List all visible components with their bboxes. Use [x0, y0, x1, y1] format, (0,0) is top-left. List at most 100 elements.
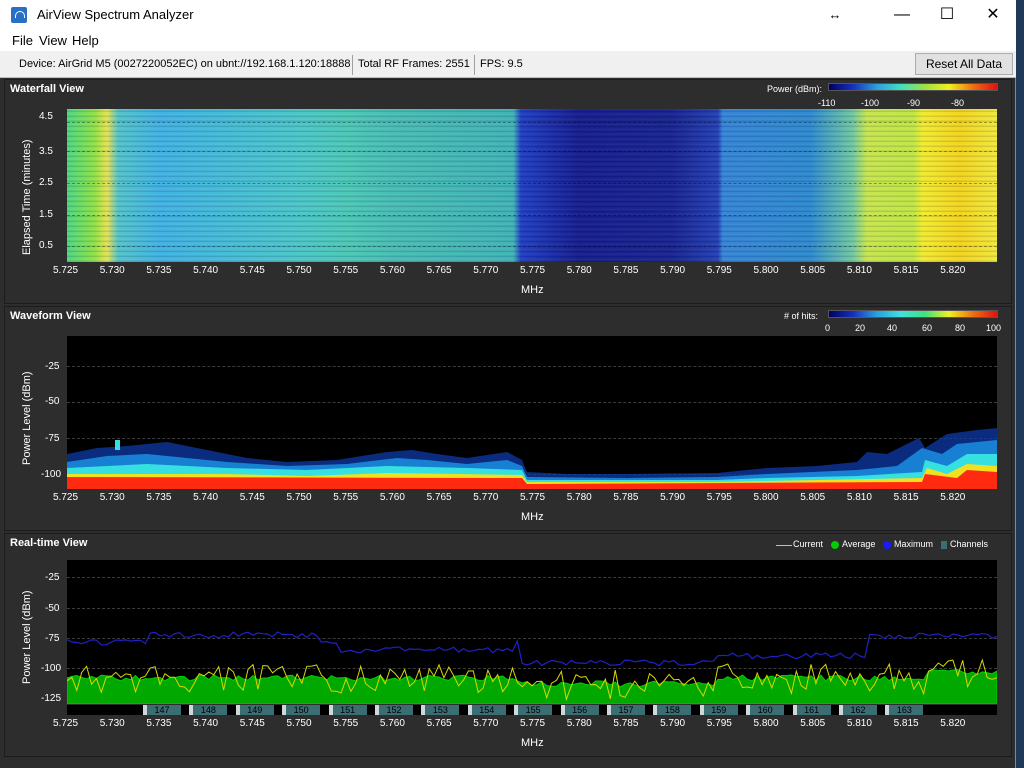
x-axis-tick: 5.790 — [660, 492, 686, 503]
x-axis-tick: 5.775 — [520, 265, 546, 276]
x-axis-tick: 5.805 — [800, 718, 826, 729]
x-axis-tick: 5.820 — [940, 265, 966, 276]
app-icon — [11, 7, 27, 23]
waveform-y-tick: -100 — [41, 469, 62, 480]
window-title: AirView Spectrum Analyzer — [37, 7, 194, 22]
realtime-y-tick: -75 — [45, 633, 60, 644]
x-axis-tick: 5.795 — [706, 265, 732, 276]
channel-marker: 148 — [189, 705, 228, 715]
x-axis-tick: 5.765 — [426, 492, 452, 503]
realtime-y-axis-label: Power Level (dBm) — [21, 590, 33, 684]
maximum-trace — [67, 631, 997, 667]
x-axis-tick: 5.750 — [286, 265, 312, 276]
toolbar-separator — [352, 55, 353, 75]
x-axis-tick: 5.755 — [333, 492, 359, 503]
app-window: AirView Spectrum Analyzer ↔ — ☐ ✕ File V… — [0, 0, 1016, 768]
channel-marker: 152 — [375, 705, 413, 715]
realtime-y-tick: -125 — [41, 693, 62, 704]
minimize-button[interactable]: — — [879, 0, 925, 30]
channel-marker: 153 — [421, 705, 460, 715]
waterfall-texture — [67, 109, 997, 262]
legend-channels: Channels — [950, 539, 989, 549]
waterfall-plot — [67, 109, 997, 262]
realtime-plot — [67, 560, 997, 704]
x-axis-tick: 5.760 — [379, 492, 405, 503]
x-axis-tick: 5.785 — [613, 492, 639, 503]
x-axis-tick: 5.795 — [706, 492, 732, 503]
waveform-y-tick: -25 — [45, 361, 60, 372]
waveform-plot — [67, 336, 997, 489]
menu-bar: File View Help — [0, 30, 1016, 51]
x-axis-tick: 5.775 — [520, 718, 546, 729]
x-axis-tick: 5.775 — [520, 492, 546, 503]
x-axis-tick: 5.780 — [566, 265, 592, 276]
device-info: Device: AirGrid M5 (0027220052EC) on ubn… — [19, 58, 351, 70]
hits-scale-tick: 0 — [825, 323, 831, 333]
x-axis-tick: 5.785 — [613, 718, 639, 729]
fps-readout: FPS: 9.5 — [480, 58, 523, 70]
x-axis-tick: 5.795 — [706, 718, 732, 729]
waterfall-title: Waterfall View — [10, 83, 84, 95]
maximize-button[interactable]: ☐ — [924, 0, 970, 30]
x-axis-tick: 5.725 — [53, 492, 79, 503]
grid-line — [67, 122, 997, 123]
x-axis-tick: 5.750 — [286, 718, 312, 729]
realtime-title: Real-time View — [10, 537, 88, 549]
waterfall-x-axis-label: MHz — [521, 284, 544, 296]
power-scale-label: Power (dBm): — [767, 84, 823, 94]
x-axis-tick: 5.770 — [473, 265, 499, 276]
legend-average-icon — [831, 541, 839, 549]
x-axis-tick: 5.740 — [193, 492, 219, 503]
legend-maximum-icon — [883, 541, 891, 549]
legend-maximum: Maximum — [894, 539, 934, 549]
hits-scale-tick: 80 — [955, 323, 966, 333]
hits-scale-label: # of hits: — [784, 311, 819, 321]
close-button[interactable]: ✕ — [970, 0, 1016, 30]
status-toolbar: Device: AirGrid M5 (0027220052EC) on ubn… — [0, 51, 1016, 78]
channel-marker: 159 — [699, 705, 738, 715]
channel-marker: 151 — [328, 705, 367, 715]
grid-line — [67, 151, 997, 152]
x-axis-tick: 5.750 — [286, 492, 312, 503]
x-axis-tick: 5.800 — [753, 492, 779, 503]
waterfall-y-tick: 3.5 — [39, 146, 53, 157]
menu-file[interactable]: File — [12, 33, 33, 48]
channel-marker: 157 — [607, 705, 645, 715]
channel-bar: 147 148 149 150 151 152 153 154 155 156 157 158 159 1… — [67, 705, 997, 715]
channel-marker: 147 — [143, 705, 181, 715]
x-axis-tick: 5.770 — [473, 718, 499, 729]
hits-scale-tick: 40 — [887, 323, 898, 333]
menu-view[interactable]: View — [39, 33, 67, 48]
x-axis-tick: 5.735 — [146, 492, 172, 503]
grid-line — [67, 246, 997, 247]
power-scale-tick: -100 — [861, 98, 880, 108]
hits-scale-tick: 100 — [986, 323, 1002, 333]
x-axis-tick: 5.740 — [193, 265, 219, 276]
x-axis-tick: 5.815 — [893, 492, 919, 503]
grid-line — [67, 183, 997, 184]
channel-marker: 156 — [560, 705, 599, 715]
x-axis-tick: 5.805 — [800, 492, 826, 503]
realtime-panel: Real-time View Current Average Maximum C… — [4, 533, 1012, 757]
x-axis-tick: 5.745 — [239, 265, 265, 276]
resize-cursor-icon: ↔ — [828, 7, 842, 22]
channel-marker: 150 — [282, 705, 321, 715]
average-trace — [67, 669, 997, 704]
realtime-y-tick: -25 — [45, 572, 60, 583]
waterfall-y-tick: 0.5 — [39, 240, 53, 251]
reset-all-data-button[interactable]: Reset All Data — [915, 53, 1013, 75]
x-axis-tick: 5.725 — [53, 718, 79, 729]
grid-line — [67, 215, 997, 216]
x-axis-tick: 5.785 — [613, 265, 639, 276]
x-axis-tick: 5.800 — [753, 265, 779, 276]
x-axis-tick: 5.790 — [660, 265, 686, 276]
waveform-y-tick: -50 — [45, 396, 60, 407]
power-color-scale — [828, 83, 998, 91]
menu-help[interactable]: Help — [72, 33, 99, 48]
toolbar-separator — [474, 55, 475, 75]
x-axis-tick: 5.780 — [566, 492, 592, 503]
x-axis-tick: 5.810 — [846, 718, 872, 729]
waterfall-y-tick: 2.5 — [39, 177, 53, 188]
channel-marker: 158 — [653, 705, 692, 715]
realtime-x-axis-label: MHz — [521, 737, 544, 749]
